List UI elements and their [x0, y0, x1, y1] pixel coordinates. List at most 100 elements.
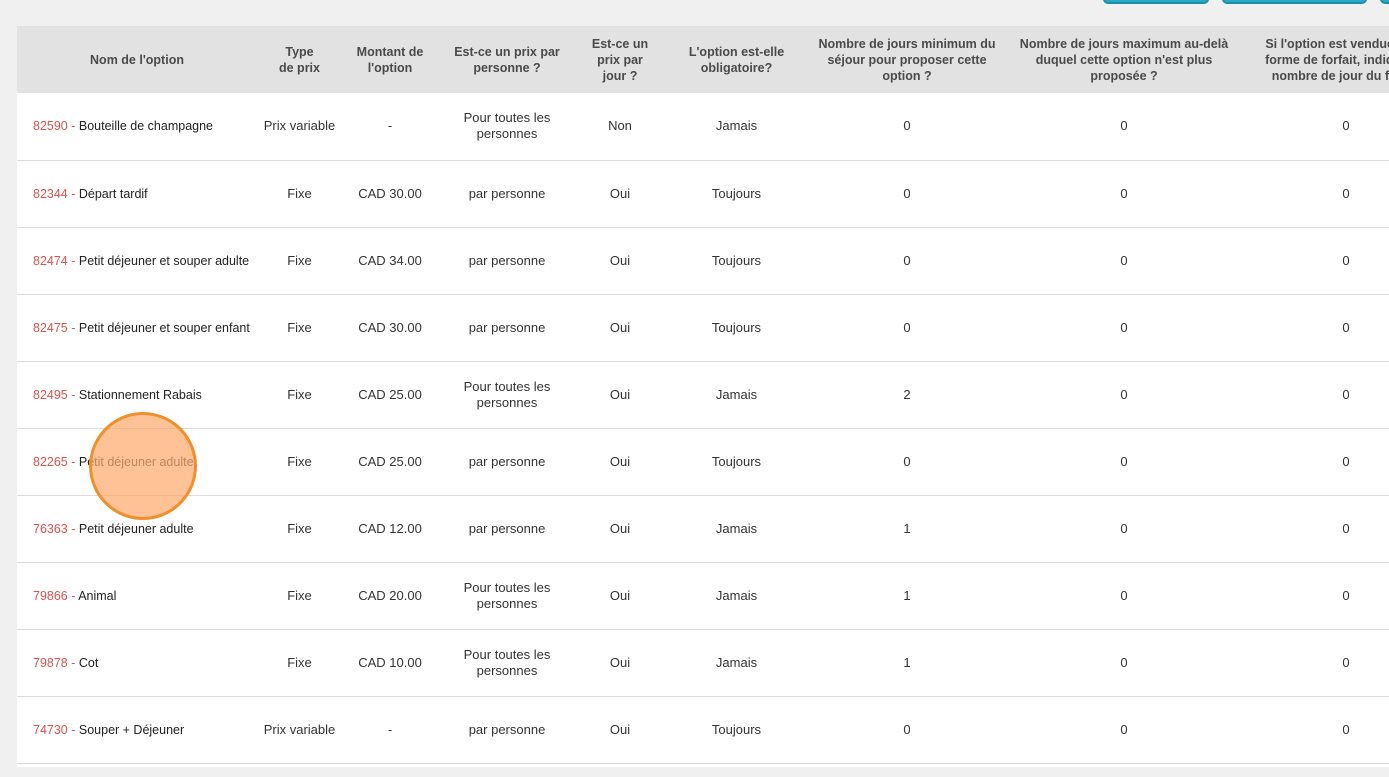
- table-row[interactable]: 79866 - Animal Fixe CAD 20.00 Pour toutes l…: [17, 562, 1389, 630]
- option-id-link[interactable]: 82265: [33, 455, 68, 469]
- cell-per-day: Oui: [576, 294, 664, 362]
- cell-amount: CAD 10.00: [342, 629, 438, 697]
- table-row[interactable]: 82590 - Bouteille de champagne Prix varia…: [17, 93, 1389, 161]
- cell-per-person: par personne: [438, 227, 576, 295]
- cell-option-name: 79866 - Animal: [17, 562, 257, 630]
- options-table-panel: Nom de l'option Type de prix Montant de …: [17, 26, 1389, 767]
- option-id-link[interactable]: 82590: [33, 119, 68, 133]
- option-id-link[interactable]: 82495: [33, 388, 68, 402]
- cell-per-person: Pour toutes les personnes: [438, 562, 576, 630]
- option-id-link[interactable]: 79878: [33, 656, 68, 670]
- header-min-days[interactable]: Nombre de jours minimum du séjour pour p…: [809, 26, 1005, 93]
- cell-per-person: par personne: [438, 495, 576, 563]
- option-separator: -: [67, 320, 79, 335]
- cell-price-type: Fixe: [257, 629, 342, 697]
- cell-option-name: 82495 - Stationnement Rabais: [17, 361, 257, 429]
- header-option-name[interactable]: Nom de l'option: [17, 26, 257, 93]
- header-max-days[interactable]: Nombre de jours maximum au-delà duquel c…: [1005, 26, 1243, 93]
- cell-per-person: par personne: [438, 428, 576, 496]
- cell-amount: CAD 30.00: [342, 160, 438, 228]
- cell-mandatory: Jamais: [664, 361, 809, 429]
- top-action-button-2[interactable]: [1222, 0, 1367, 4]
- cell-amount: CAD 30.00: [342, 294, 438, 362]
- cell-max-days: 0: [1005, 696, 1243, 764]
- cell-max-days: 0: [1005, 428, 1243, 496]
- options-table: Nom de l'option Type de prix Montant de …: [17, 26, 1389, 764]
- cell-option-name: 74730 - Souper + Déjeuner: [17, 696, 257, 764]
- top-action-button-1[interactable]: [1103, 0, 1209, 4]
- top-toolbar: [0, 0, 1389, 6]
- option-name: Souper + Déjeuner: [78, 722, 185, 737]
- cell-min-days: 2: [809, 361, 1005, 429]
- cell-package-days: 0: [1243, 696, 1389, 764]
- table-row[interactable]: 82475 - Petit déjeuner et souper enfant F…: [17, 294, 1389, 362]
- table-row[interactable]: 82344 - Départ tardif Fixe CAD 30.00 par pe…: [17, 160, 1389, 228]
- cell-min-days: 1: [809, 495, 1005, 563]
- option-id-link[interactable]: 82475: [33, 321, 68, 335]
- option-id-link[interactable]: 74730: [33, 723, 68, 737]
- cell-price-type: Prix variable: [257, 696, 342, 764]
- cell-min-days: 1: [809, 562, 1005, 630]
- cell-per-day: Oui: [576, 495, 664, 563]
- cell-price-type: Fixe: [257, 428, 342, 496]
- cell-mandatory: Jamais: [664, 629, 809, 697]
- header-package-days[interactable]: Si l'option est vendue sous forme de for…: [1243, 26, 1389, 93]
- cell-max-days: 0: [1005, 562, 1243, 630]
- table-row[interactable]: 82265 - Petit déjeuner adulte Fixe CAD 25.…: [17, 428, 1389, 496]
- cell-mandatory: Toujours: [664, 160, 809, 228]
- cell-max-days: 0: [1005, 93, 1243, 161]
- cell-amount: -: [342, 93, 438, 161]
- option-name: Petit déjeuner adulte: [78, 521, 194, 536]
- cell-option-name: 76363 - Petit déjeuner adulte: [17, 495, 257, 563]
- header-mandatory[interactable]: L'option est-elle obligatoire?: [664, 26, 809, 93]
- table-row[interactable]: 79878 - Cot Fixe CAD 10.00 Pour toutes les …: [17, 629, 1389, 697]
- cell-min-days: 0: [809, 160, 1005, 228]
- option-separator: -: [67, 253, 79, 268]
- option-name: Petit déjeuner adulte: [78, 454, 194, 469]
- top-action-button-3[interactable]: [1380, 0, 1389, 4]
- cell-min-days: 0: [809, 227, 1005, 295]
- table-row[interactable]: 74730 - Souper + Déjeuner Prix variable - p…: [17, 696, 1389, 764]
- cell-min-days: 1: [809, 629, 1005, 697]
- cell-per-day: Non: [576, 93, 664, 161]
- cell-mandatory: Toujours: [664, 294, 809, 362]
- cell-option-name: 79878 - Cot: [17, 629, 257, 697]
- option-id-link[interactable]: 82344: [33, 187, 68, 201]
- cell-option-name: 82265 - Petit déjeuner adulte: [17, 428, 257, 496]
- cell-mandatory: Jamais: [664, 93, 809, 161]
- option-separator: -: [67, 588, 79, 603]
- cell-per-person: par personne: [438, 294, 576, 362]
- cell-per-day: Oui: [576, 227, 664, 295]
- cell-amount: CAD 12.00: [342, 495, 438, 563]
- header-per-person[interactable]: Est-ce un prix par personne ?: [438, 26, 576, 93]
- option-id-link[interactable]: 76363: [33, 522, 68, 536]
- table-row[interactable]: 76363 - Petit déjeuner adulte Fixe CAD 12.…: [17, 495, 1389, 563]
- cell-option-name: 82475 - Petit déjeuner et souper enfant: [17, 294, 257, 362]
- cell-package-days: 0: [1243, 361, 1389, 429]
- cell-per-day: Oui: [576, 629, 664, 697]
- cell-option-name: 82590 - Bouteille de champagne: [17, 93, 257, 161]
- cell-mandatory: Jamais: [664, 562, 809, 630]
- cell-package-days: 0: [1243, 428, 1389, 496]
- cell-min-days: 0: [809, 696, 1005, 764]
- option-separator: -: [67, 722, 79, 737]
- cell-per-person: Pour toutes les personnes: [438, 629, 576, 697]
- table-row[interactable]: 82495 - Stationnement Rabais Fixe CAD 25.0…: [17, 361, 1389, 429]
- cell-max-days: 0: [1005, 361, 1243, 429]
- header-per-day[interactable]: Est-ce un prix par jour ?: [576, 26, 664, 93]
- option-id-link[interactable]: 82474: [33, 254, 68, 268]
- cell-min-days: 0: [809, 93, 1005, 161]
- table-row[interactable]: 82474 - Petit déjeuner et souper adulte F…: [17, 227, 1389, 295]
- cell-amount: CAD 34.00: [342, 227, 438, 295]
- option-name: Départ tardif: [78, 186, 148, 201]
- option-id-link[interactable]: 79866: [33, 589, 68, 603]
- cell-option-name: 82474 - Petit déjeuner et souper adulte: [17, 227, 257, 295]
- header-price-type[interactable]: Type de prix: [257, 26, 342, 93]
- cell-price-type: Fixe: [257, 495, 342, 563]
- cell-price-type: Prix variable: [257, 93, 342, 161]
- cell-min-days: 0: [809, 294, 1005, 362]
- cell-per-person: Pour toutes les personnes: [438, 93, 576, 161]
- header-amount[interactable]: Montant de l'option: [342, 26, 438, 93]
- option-separator: -: [67, 186, 79, 201]
- cell-per-day: Oui: [576, 160, 664, 228]
